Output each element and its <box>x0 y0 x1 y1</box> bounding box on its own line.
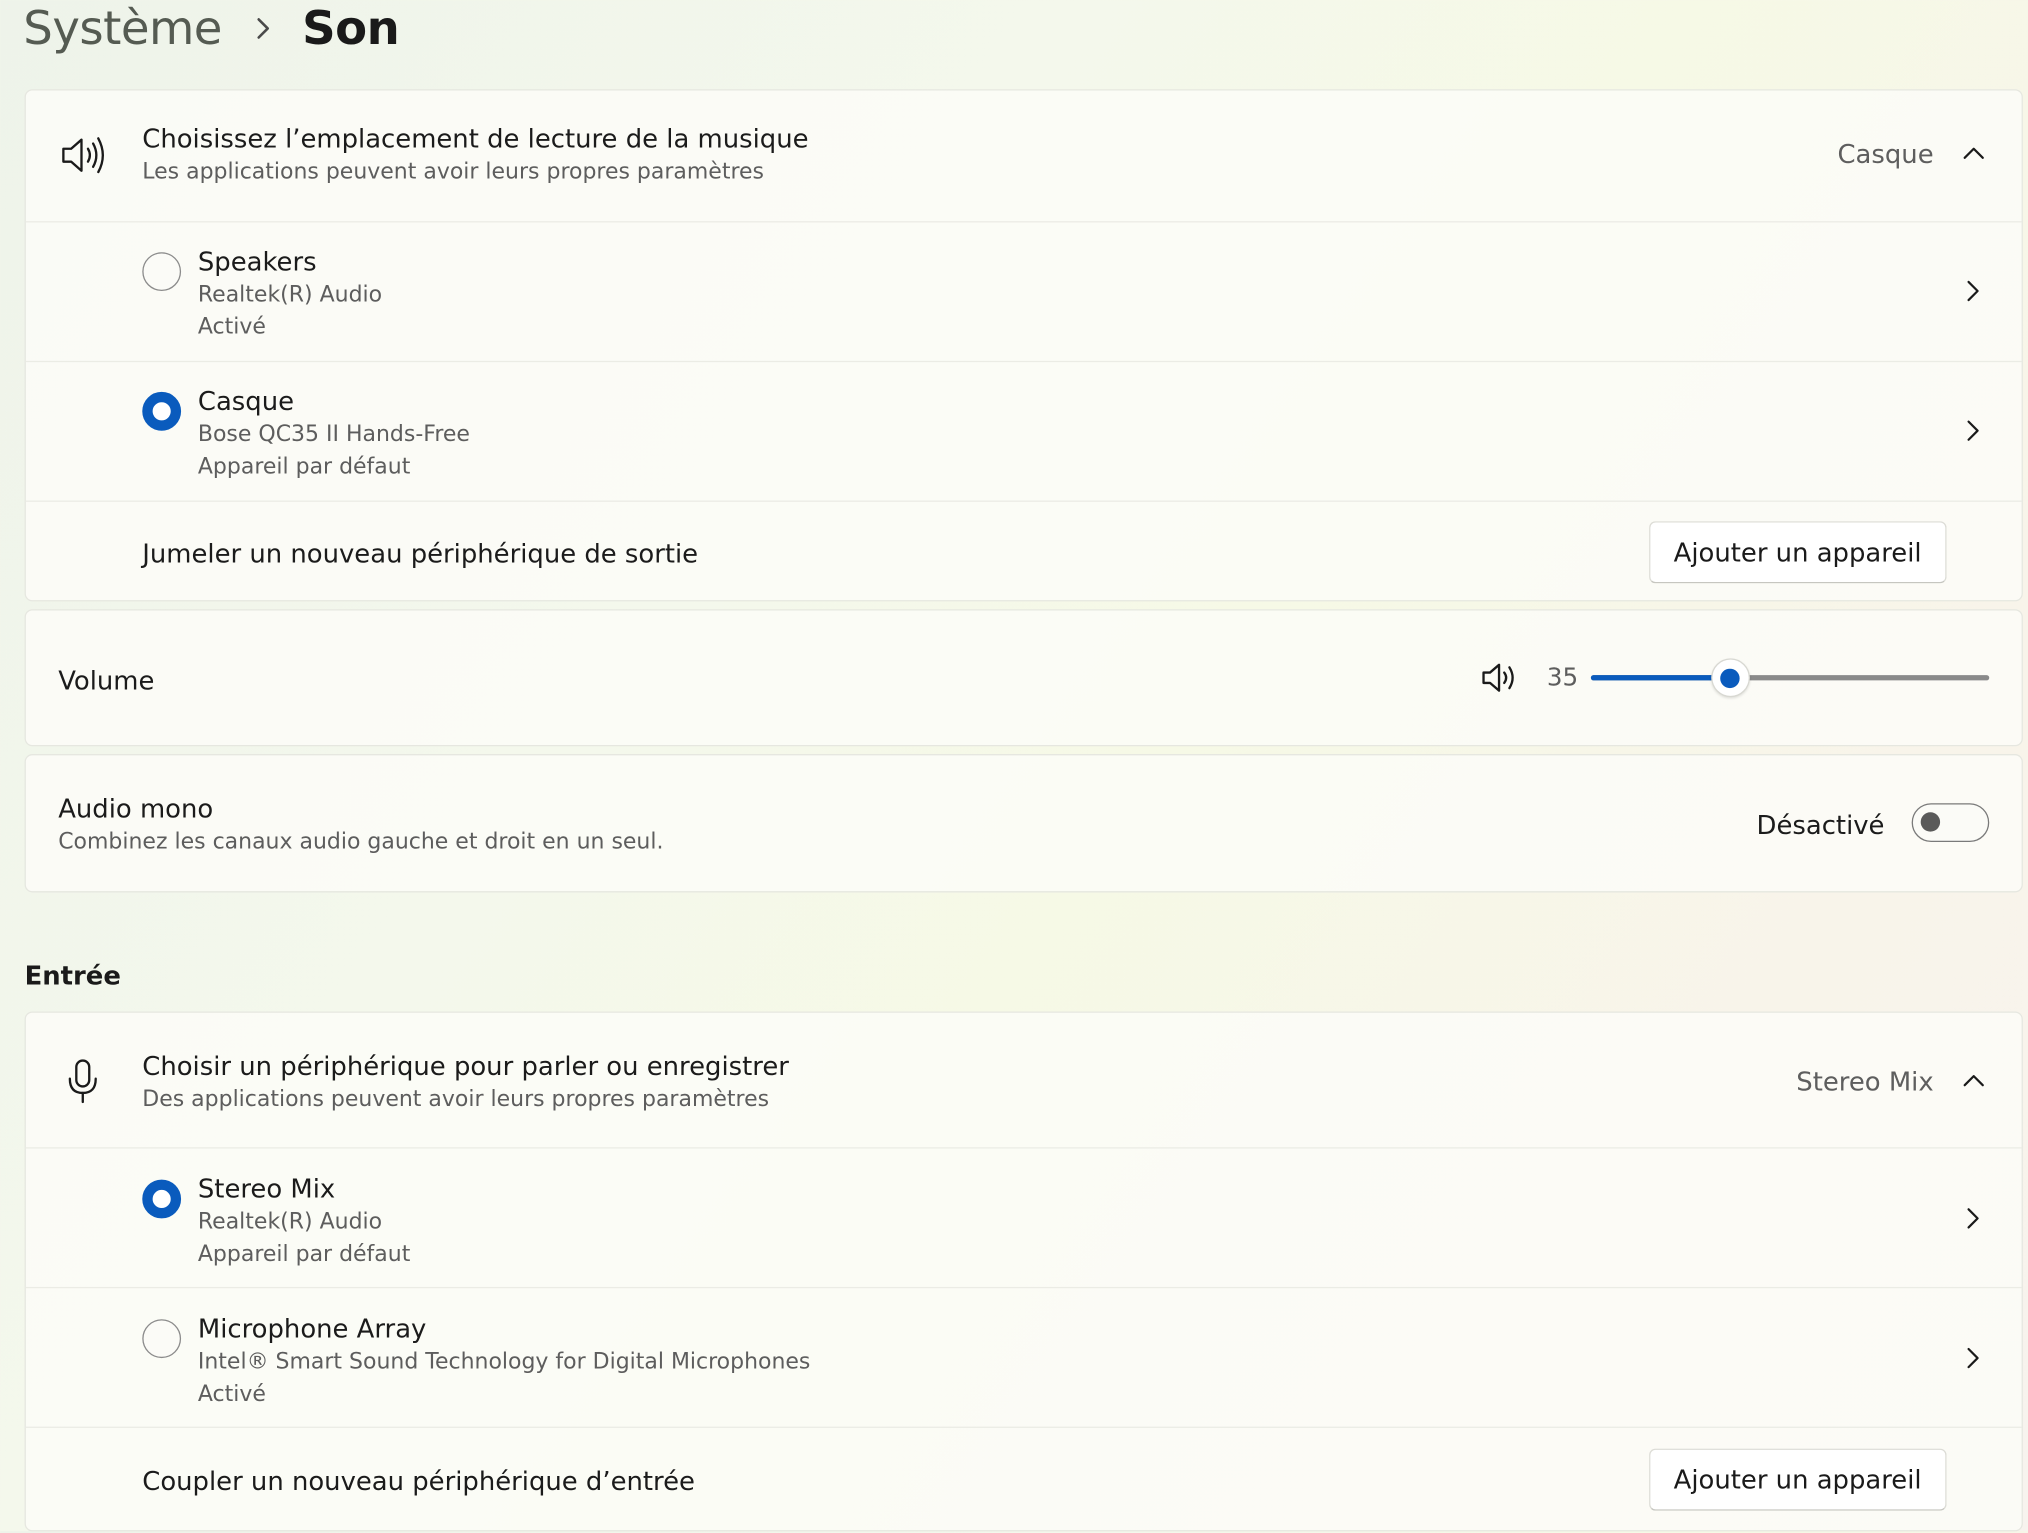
page-title: Son <box>302 1 400 55</box>
input-device-row[interactable]: Stereo Mix Realtek(R) Audio Appareil par… <box>25 1147 2022 1287</box>
chevron-right-icon[interactable] <box>1966 1346 1982 1369</box>
input-subtitle: Des applications peuvent avoir leurs pro… <box>142 1086 770 1113</box>
output-selected-value: Casque <box>1837 138 1934 170</box>
device-name: Stereo Mix <box>197 1173 336 1205</box>
volume-card: Volume 35 <box>24 609 2023 747</box>
device-status: Appareil par défaut <box>197 453 411 480</box>
casque-radio[interactable] <box>142 391 182 431</box>
pair-input-row: Coupler un nouveau périphérique d’entrée… <box>25 1426 2022 1533</box>
volume-slider[interactable] <box>1590 658 1990 698</box>
chevron-up-icon[interactable] <box>1962 145 1985 161</box>
device-name: Microphone Array <box>197 1312 427 1344</box>
output-device-row[interactable]: Speakers Realtek(R) Audio Activé <box>25 221 2022 361</box>
device-status: Activé <box>197 314 266 341</box>
speaker-icon <box>62 137 104 174</box>
microphone-array-radio[interactable] <box>142 1319 182 1359</box>
input-title: Choisir un périphérique pour parler ou e… <box>142 1050 789 1082</box>
mono-title: Audio mono <box>58 792 214 824</box>
output-device-row[interactable]: Casque Bose QC35 II Hands-Free Appareil … <box>25 360 2022 501</box>
input-device-card: Choisir un périphérique pour parler ou e… <box>24 1011 2023 1533</box>
chevron-up-icon[interactable] <box>1962 1072 1985 1088</box>
speakers-radio[interactable] <box>142 252 182 292</box>
chevron-right-icon[interactable] <box>1966 1207 1982 1230</box>
mono-audio-card: Audio mono Combinez les canaux audio gau… <box>24 754 2023 893</box>
breadcrumb-chevron-icon <box>256 17 272 40</box>
stereo-mix-radio[interactable] <box>142 1179 182 1219</box>
volume-slider-fill <box>1590 675 1731 681</box>
output-device-card: Choisissez l’emplacement de lecture de l… <box>24 89 2023 603</box>
pair-output-label: Jumeler un nouveau périphérique de sorti… <box>142 538 699 570</box>
chevron-right-icon[interactable] <box>1966 279 1982 302</box>
device-driver: Bose QC35 II Hands-Free <box>197 421 470 448</box>
device-driver: Realtek(R) Audio <box>197 1209 383 1236</box>
device-name: Casque <box>197 385 295 417</box>
mono-audio-toggle[interactable] <box>1911 803 1990 843</box>
input-device-row[interactable]: Microphone Array Intel® Smart Sound Tech… <box>25 1286 2022 1427</box>
output-subtitle: Les applications peuvent avoir leurs pro… <box>142 159 764 185</box>
input-section-title: Entrée <box>24 959 121 991</box>
chevron-right-icon[interactable] <box>1966 419 1982 442</box>
input-expander-header[interactable]: Choisir un périphérique pour parler ou e… <box>26 1013 2022 1148</box>
microphone-icon <box>68 1059 97 1104</box>
mono-state-label: Désactivé <box>1756 809 1885 841</box>
device-driver: Intel® Smart Sound Technology for Digita… <box>197 1349 811 1375</box>
sound-settings-page: Système Son Choisissez l’emplacement de … <box>0 0 2028 1533</box>
device-driver: Realtek(R) Audio <box>197 281 383 308</box>
device-status: Appareil par défaut <box>197 1241 411 1268</box>
volume-label: Volume <box>58 664 155 696</box>
input-selected-value: Stereo Mix <box>1796 1065 1934 1097</box>
device-name: Speakers <box>197 245 317 277</box>
output-title: Choisissez l’emplacement de lecture de l… <box>142 122 809 154</box>
output-expander-header[interactable]: Choisissez l’emplacement de lecture de l… <box>26 91 2022 222</box>
mono-subtitle: Combinez les canaux audio gauche et droi… <box>58 829 664 855</box>
add-output-device-button[interactable]: Ajouter un appareil <box>1649 521 1947 584</box>
pair-output-row: Jumeler un nouveau périphérique de sorti… <box>25 500 2022 603</box>
volume-icon[interactable] <box>1481 661 1520 695</box>
breadcrumb: Système Son <box>23 0 399 65</box>
toggle-knob <box>1920 812 1941 832</box>
volume-value: 35 <box>1546 663 1579 692</box>
volume-slider-thumb[interactable] <box>1710 658 1750 698</box>
breadcrumb-parent-system[interactable]: Système <box>23 2 222 55</box>
device-status: Activé <box>197 1381 266 1408</box>
add-input-device-button[interactable]: Ajouter un appareil <box>1649 1448 1947 1511</box>
pair-input-label: Coupler un nouveau périphérique d’entrée <box>142 1465 695 1497</box>
